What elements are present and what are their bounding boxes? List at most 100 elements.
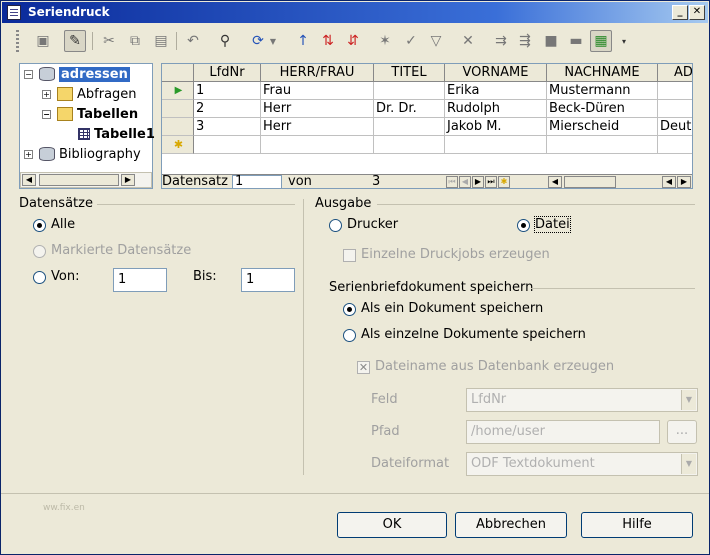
path-input[interactable]: /home/user: [466, 420, 660, 444]
column-header[interactable]: HERR/FRAU: [261, 64, 374, 82]
save-one-document-label[interactable]: Als ein Dokument speichern: [361, 301, 543, 316]
table-cell[interactable]: Deuts: [658, 118, 692, 136]
last-record-icon[interactable]: ⏭: [485, 176, 497, 188]
printer-radio[interactable]: [329, 219, 342, 232]
table-cell[interactable]: [194, 136, 261, 154]
file-label[interactable]: Datei: [534, 216, 571, 233]
scroll-right-icon[interactable]: ▶: [121, 174, 135, 186]
filename-from-db-checkbox[interactable]: ✕: [357, 361, 370, 374]
minimize-button[interactable]: _: [672, 5, 688, 20]
table-cell[interactable]: 2: [194, 100, 261, 118]
table-cell[interactable]: Beck-Düren: [547, 100, 658, 118]
scroll-left-icon[interactable]: ◀: [548, 176, 562, 188]
current-row-icon[interactable]: ▶: [162, 82, 194, 100]
from-input[interactable]: 1: [113, 268, 167, 292]
table-cell[interactable]: [658, 100, 692, 118]
table-cell[interactable]: Dr. Dr.: [374, 100, 445, 118]
scroll-thumb[interactable]: [39, 174, 119, 186]
column-header[interactable]: NACHNAME: [547, 64, 658, 82]
remove-filter-icon[interactable]: ✕: [457, 30, 479, 52]
table-cell[interactable]: 3: [194, 118, 261, 136]
scroll-right-icon[interactable]: ◀: [662, 176, 676, 188]
table-cell[interactable]: [547, 136, 658, 154]
expand-icon[interactable]: +: [42, 89, 51, 99]
save-one-document-radio[interactable]: [343, 303, 356, 316]
previous-record-icon[interactable]: ◀: [459, 176, 471, 188]
save-single-documents-radio[interactable]: [343, 329, 356, 342]
table-cell[interactable]: [658, 82, 692, 100]
tree-item-tabelle1[interactable]: Tabelle1: [78, 124, 155, 144]
table-cell[interactable]: Mierscheid: [547, 118, 658, 136]
single-print-jobs-checkbox[interactable]: [343, 249, 356, 262]
table-cell[interactable]: 1: [194, 82, 261, 100]
table-cell[interactable]: Mustermann: [547, 82, 658, 100]
first-record-icon[interactable]: ⏮: [446, 176, 458, 188]
to-input[interactable]: 1: [241, 268, 295, 292]
column-header[interactable]: AD: [658, 64, 692, 82]
standard-filter-icon[interactable]: ✓: [400, 30, 422, 52]
collapse-icon[interactable]: −: [24, 69, 33, 79]
table-cell[interactable]: Rudolph: [445, 100, 547, 118]
data-to-fields-icon[interactable]: ⇶: [514, 30, 536, 52]
tree-item-adressen[interactable]: − adressen: [24, 64, 130, 84]
all-records-label[interactable]: Alle: [51, 217, 75, 232]
cancel-button[interactable]: Abbrechen: [455, 512, 567, 538]
save-icon[interactable]: ▣: [32, 30, 54, 52]
save-single-documents-label[interactable]: Als einzelne Dokumente speichern: [361, 327, 586, 342]
record-number-input[interactable]: 1: [232, 175, 282, 188]
more-icon[interactable]: ▾: [618, 30, 630, 52]
scroll-thumb[interactable]: [564, 176, 616, 188]
autofilter-icon[interactable]: ✶: [374, 30, 396, 52]
tree-item-tabellen[interactable]: − Tabellen: [42, 104, 138, 124]
current-document-icon[interactable]: ▬: [565, 30, 587, 52]
column-header[interactable]: VORNAME: [445, 64, 547, 82]
table-cell[interactable]: [261, 136, 374, 154]
copy-icon[interactable]: ⧉: [124, 30, 146, 52]
from-label[interactable]: Von:: [51, 269, 79, 284]
sort-az-icon[interactable]: ⇅: [317, 30, 339, 52]
tree-scrollbar[interactable]: ◀ ▶: [20, 172, 152, 188]
sort-ascending-icon[interactable]: ↑: [292, 30, 314, 52]
close-button[interactable]: ✕: [689, 5, 705, 20]
find-icon[interactable]: ⚲: [214, 30, 236, 52]
table-cell[interactable]: [374, 82, 445, 100]
explorer-toggle-icon[interactable]: ▦: [590, 30, 612, 52]
collapse-icon[interactable]: −: [42, 109, 51, 119]
column-header[interactable]: TITEL: [374, 64, 445, 82]
refresh-icon[interactable]: ⟳: [247, 30, 269, 52]
tree-item-bibliography[interactable]: + Bibliography: [24, 144, 141, 164]
paste-icon[interactable]: ▤: [150, 30, 172, 52]
table-cell[interactable]: [658, 136, 692, 154]
table-cell[interactable]: Herr: [261, 100, 374, 118]
browse-path-button[interactable]: ...: [667, 420, 697, 444]
cut-icon[interactable]: ✂: [98, 30, 120, 52]
all-records-radio[interactable]: [33, 219, 46, 232]
chevron-down-icon[interactable]: ▼: [681, 454, 696, 474]
row-header[interactable]: [162, 100, 194, 118]
expand-icon[interactable]: +: [24, 149, 33, 159]
table-cell[interactable]: [374, 118, 445, 136]
format-select[interactable]: ODF Textdokument ▼: [466, 452, 698, 476]
marked-records-radio[interactable]: [33, 245, 46, 258]
file-radio[interactable]: [517, 219, 530, 232]
from-radio[interactable]: [33, 271, 46, 284]
undo-icon[interactable]: ↶: [182, 30, 204, 52]
scroll-left-icon[interactable]: ◀: [22, 174, 36, 186]
table-cell[interactable]: Erika: [445, 82, 547, 100]
field-select[interactable]: LfdNr ▼: [466, 388, 698, 412]
table-cell[interactable]: Jakob M.: [445, 118, 547, 136]
chevron-down-icon[interactable]: ▼: [681, 390, 696, 410]
new-record-icon[interactable]: ✱: [498, 176, 510, 188]
toolbar-grip[interactable]: [16, 30, 19, 52]
data-to-text-icon[interactable]: ⇉: [490, 30, 512, 52]
help-button[interactable]: Hilfe: [581, 512, 693, 538]
filename-from-db-label[interactable]: Dateiname aus Datenbank erzeugen: [375, 359, 614, 374]
new-row-icon[interactable]: ✱: [162, 136, 194, 154]
table-cell[interactable]: [374, 136, 445, 154]
scroll-right-icon[interactable]: ▶: [677, 176, 691, 188]
row-header[interactable]: [162, 118, 194, 136]
column-header[interactable]: LfdNr: [194, 64, 261, 82]
tree-item-abfragen[interactable]: + Abfragen: [42, 84, 137, 104]
refresh-dropdown-icon[interactable]: ▼: [267, 30, 279, 52]
printer-label[interactable]: Drucker: [347, 217, 398, 232]
